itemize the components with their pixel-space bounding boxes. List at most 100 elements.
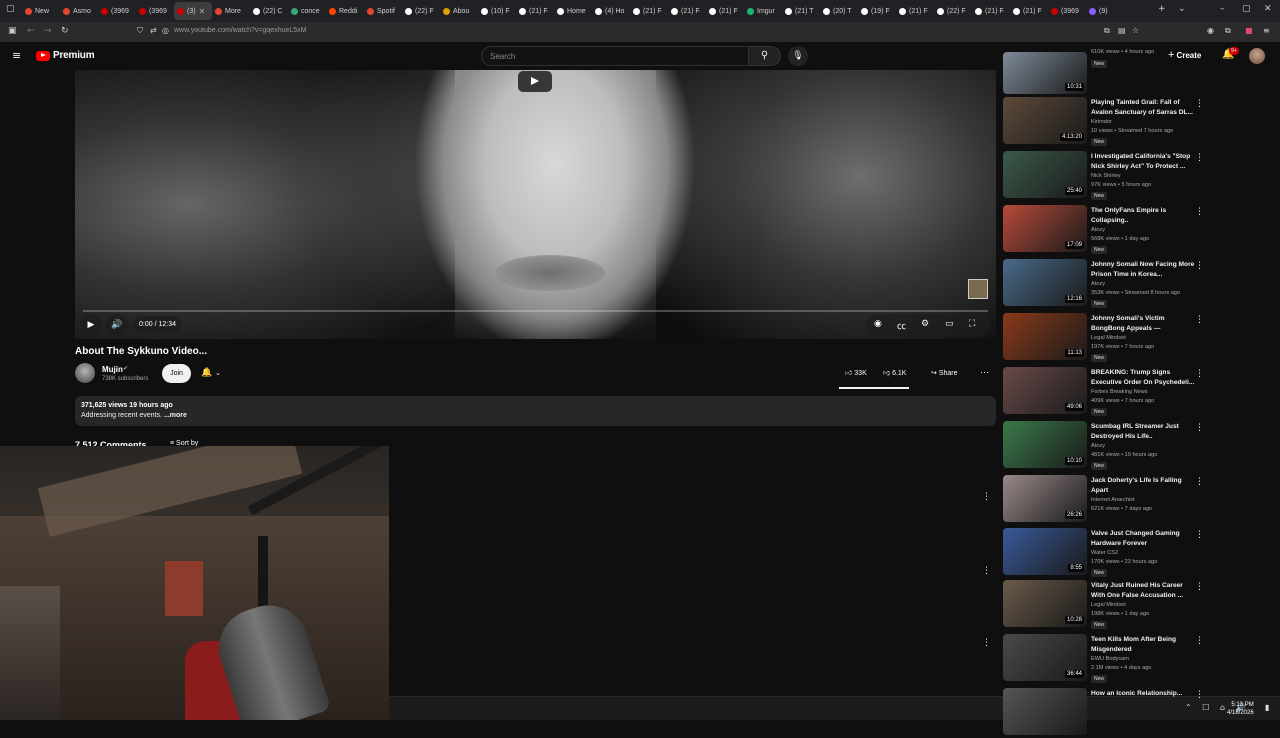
video-menu-icon[interactable]: ⋮ bbox=[1195, 261, 1204, 271]
video-title-link[interactable]: BREAKING: Trump Signs Executive Order On… bbox=[1091, 368, 1195, 387]
recommended-video[interactable]: 11:13 Johnny Somali's Victim BongBong App… bbox=[1003, 313, 1263, 363]
install-app-icon[interactable]: ⧉ bbox=[1104, 26, 1110, 36]
reader-icon[interactable]: ▤ bbox=[1118, 26, 1126, 35]
like-button[interactable]: 👍︎ 33K bbox=[845, 364, 867, 383]
voice-search-button[interactable]: 🎙 bbox=[788, 46, 808, 66]
browser-tab[interactable]: Imgur bbox=[744, 2, 782, 20]
video-menu-icon[interactable]: ⋮ bbox=[1195, 530, 1204, 540]
browser-tab[interactable]: (3969 bbox=[136, 2, 174, 20]
channel-name[interactable]: Atozy bbox=[1091, 281, 1105, 287]
profile-icon[interactable]: ◉ bbox=[1207, 26, 1214, 35]
theater-mode-icon[interactable]: ▭ bbox=[945, 319, 954, 329]
browser-tab[interactable]: More bbox=[212, 2, 250, 20]
guide-menu-icon[interactable]: ≡ bbox=[12, 49, 21, 62]
search-input[interactable]: Search bbox=[481, 46, 749, 66]
video-menu-icon[interactable]: ⋮ bbox=[1195, 582, 1204, 592]
video-player[interactable]: ▶ 🔊 0:00 / 12:34 ◉ ㏄ ⚙ ▭ ⛶ bbox=[75, 70, 996, 339]
tracking-icon[interactable]: ◎ bbox=[162, 26, 169, 35]
browser-tab[interactable]: (21) F bbox=[1010, 2, 1048, 20]
video-thumbnail[interactable]: 10:28 bbox=[1003, 580, 1087, 627]
video-title-link[interactable]: Vitaly Just Ruined His Career With One F… bbox=[1091, 581, 1195, 600]
video-title-link[interactable]: Scumbag IRL Streamer Just Destroyed His … bbox=[1091, 422, 1195, 441]
video-title-link[interactable]: Playing Tainted Grail: Fall of Avalon Sa… bbox=[1091, 98, 1195, 117]
dislike-button[interactable]: 👎︎ 6.1K bbox=[883, 364, 906, 383]
browser-tab[interactable]: (3969 bbox=[1048, 2, 1086, 20]
video-title-link[interactable]: Johnny Somali's Victim BongBong Appeals … bbox=[1091, 314, 1195, 333]
video-menu-icon[interactable]: ⋮ bbox=[1195, 315, 1204, 325]
browser-tab[interactable]: Abou bbox=[440, 2, 478, 20]
bookmark-star-icon[interactable]: ☆ bbox=[1132, 26, 1139, 35]
recommended-video[interactable]: 10:28 Vitaly Just Ruined His Career With … bbox=[1003, 580, 1263, 630]
join-button[interactable]: Join bbox=[162, 364, 191, 383]
channel-name[interactable]: Mujin bbox=[102, 365, 123, 374]
share-button[interactable]: ↪ Share bbox=[925, 364, 970, 383]
large-play-button[interactable] bbox=[518, 71, 552, 92]
video-thumbnail[interactable]: 12:16 bbox=[1003, 259, 1087, 306]
recommended-video[interactable]: 4:13:20 Playing Tainted Grail: Fall of Av… bbox=[1003, 97, 1263, 147]
browser-tab[interactable]: (3969 bbox=[98, 2, 136, 20]
youtube-logo[interactable]: Premium bbox=[36, 50, 95, 61]
video-title-link[interactable]: The OnlyFans Empire is Collapsing.. bbox=[1091, 206, 1195, 225]
channel-name[interactable]: Nick Shirley bbox=[1091, 173, 1121, 179]
video-thumbnail[interactable]: 4:13:20 bbox=[1003, 97, 1087, 144]
settings-gear-icon[interactable]: ⚙ bbox=[921, 319, 929, 329]
close-tab-icon[interactable]: ✕ bbox=[199, 7, 206, 16]
video-thumbnail[interactable] bbox=[1003, 688, 1087, 735]
video-menu-icon[interactable]: ⋮ bbox=[1195, 99, 1204, 109]
forward-icon[interactable]: → bbox=[44, 26, 52, 36]
video-thumbnail[interactable]: 26:26 bbox=[1003, 475, 1087, 522]
tab-search-icon[interactable]: ⌄ bbox=[1178, 4, 1186, 14]
tab-list-icon[interactable]: ▢ bbox=[6, 4, 15, 14]
browser-tab[interactable]: Home bbox=[554, 2, 592, 20]
more-actions-button[interactable]: ⋯ bbox=[975, 364, 994, 383]
channel-watermark[interactable] bbox=[968, 279, 988, 299]
close-window-icon[interactable]: ✕ bbox=[1264, 4, 1272, 14]
back-icon[interactable]: ← bbox=[27, 26, 35, 36]
extension-badge-icon[interactable]: ■ bbox=[1245, 26, 1253, 35]
extensions-icon[interactable]: ⧉ bbox=[1225, 26, 1231, 36]
browser-tab[interactable]: (22) F bbox=[402, 2, 440, 20]
video-thumbnail[interactable]: 8:55 bbox=[1003, 528, 1087, 575]
minimize-icon[interactable]: – bbox=[1220, 4, 1225, 14]
recommended-video[interactable]: 49:06 BREAKING: Trump Signs Executive Ord… bbox=[1003, 367, 1263, 417]
video-thumbnail[interactable]: 49:06 bbox=[1003, 367, 1087, 414]
video-menu-icon[interactable]: ⋮ bbox=[1195, 153, 1204, 163]
fullscreen-icon[interactable]: ⛶ bbox=[969, 319, 975, 329]
video-title-link[interactable]: How an Iconic Relationship... bbox=[1091, 689, 1195, 699]
progress-bar[interactable] bbox=[83, 310, 988, 312]
browser-menu-icon[interactable]: ≡ bbox=[1263, 26, 1270, 35]
notification-center-icon[interactable]: ▮ bbox=[1265, 703, 1269, 712]
recommended-video[interactable]: 36:44 Teen Kills Mom After Being Misgende… bbox=[1003, 634, 1263, 684]
browser-tab[interactable]: conce bbox=[288, 2, 326, 20]
browser-tab[interactable]: (3) ✕ bbox=[174, 2, 212, 20]
recommended-video[interactable]: 25:40 I Investigated California's "Stop N… bbox=[1003, 151, 1263, 201]
browser-tab[interactable]: (10) F bbox=[478, 2, 516, 20]
video-menu-icon[interactable]: ⋮ bbox=[1195, 423, 1204, 433]
channel-name[interactable]: Internet Anarchist bbox=[1091, 497, 1135, 503]
browser-tab[interactable]: (9) bbox=[1086, 2, 1124, 20]
browser-tab[interactable]: (21) F bbox=[630, 2, 668, 20]
channel-name[interactable]: Atozy bbox=[1091, 227, 1105, 233]
video-thumbnail[interactable]: 25:40 bbox=[1003, 151, 1087, 198]
video-menu-icon[interactable]: ⋮ bbox=[1195, 369, 1204, 379]
browser-tab[interactable]: Asmo bbox=[60, 2, 98, 20]
channel-avatar[interactable] bbox=[75, 363, 95, 383]
browser-tab[interactable]: (4) Ho bbox=[592, 2, 630, 20]
browser-tab[interactable]: New bbox=[22, 2, 60, 20]
browser-tab[interactable]: (21) F bbox=[972, 2, 1010, 20]
video-title-link[interactable]: Teen Kills Mom After Being Misgendered bbox=[1091, 635, 1195, 654]
show-more-link[interactable]: ...more bbox=[162, 412, 187, 419]
channel-name[interactable]: Legal Mindset bbox=[1091, 602, 1126, 608]
comment-menu-icon[interactable]: ⋮ bbox=[982, 492, 991, 502]
url-field[interactable]: www.youtube.com/watch?v=gqexhueL5xM bbox=[174, 27, 307, 34]
browser-tab[interactable]: (21) F bbox=[516, 2, 554, 20]
video-thumbnail[interactable]: 10:10 bbox=[1003, 421, 1087, 468]
recommended-video[interactable]: 10:10 Scumbag IRL Streamer Just Destroyed… bbox=[1003, 421, 1263, 471]
video-thumbnail[interactable]: 36:44 bbox=[1003, 634, 1087, 681]
video-menu-icon[interactable]: ⋮ bbox=[1195, 477, 1204, 487]
comment-menu-icon[interactable]: ⋮ bbox=[982, 566, 991, 576]
subtitles-icon[interactable]: ㏄ bbox=[897, 319, 906, 332]
search-button[interactable]: ⚲ bbox=[749, 46, 781, 66]
comment-menu-icon[interactable]: ⋮ bbox=[982, 638, 991, 648]
video-title-link[interactable]: Valve Just Changed Gaming Hardware Forev… bbox=[1091, 529, 1195, 548]
